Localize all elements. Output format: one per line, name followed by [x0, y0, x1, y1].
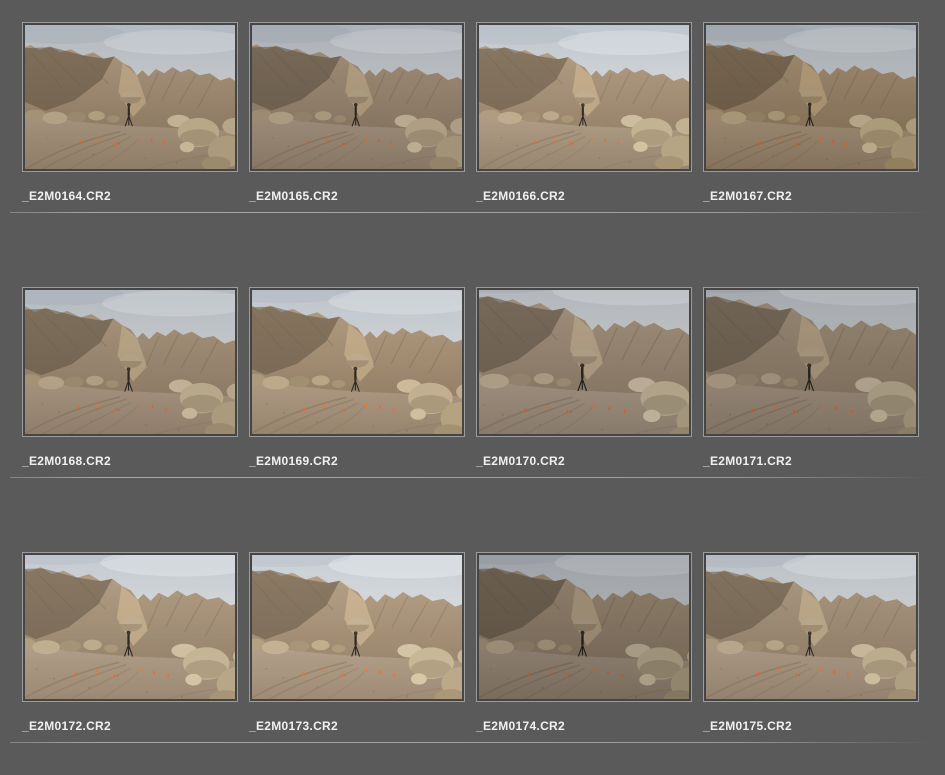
quarry-photo-image	[25, 290, 235, 434]
file-thumbnail-cell[interactable]: _E2M0173.CR2	[249, 552, 465, 733]
file-thumbnail-cell[interactable]: _E2M0166.CR2	[476, 22, 692, 203]
photo-thumbnail[interactable]	[22, 552, 238, 702]
quarry-photo-image	[25, 25, 235, 169]
photo-thumbnail[interactable]	[22, 22, 238, 172]
photo-thumbnail[interactable]	[249, 552, 465, 702]
filename-label[interactable]: _E2M0175.CR2	[703, 719, 919, 733]
filename-label[interactable]: _E2M0164.CR2	[22, 189, 238, 203]
file-thumbnail-cell[interactable]: _E2M0170.CR2	[476, 287, 692, 468]
file-thumbnail-cell[interactable]: _E2M0168.CR2	[22, 287, 238, 468]
filename-label[interactable]: _E2M0173.CR2	[249, 719, 465, 733]
thumbnail-row: _E2M0164.CR2 _E2M0165.CR2 _E2M0166.CR2	[22, 22, 945, 213]
quarry-photo-image	[479, 290, 689, 434]
quarry-photo-image	[706, 290, 916, 434]
filename-label[interactable]: _E2M0172.CR2	[22, 719, 238, 733]
filename-label[interactable]: _E2M0166.CR2	[476, 189, 692, 203]
filename-label[interactable]: _E2M0169.CR2	[249, 454, 465, 468]
photo-thumbnail[interactable]	[476, 287, 692, 437]
thumbnail-browser: _E2M0164.CR2 _E2M0165.CR2 _E2M0166.CR2	[0, 0, 945, 743]
file-thumbnail-cell[interactable]: _E2M0165.CR2	[249, 22, 465, 203]
photo-thumbnail[interactable]	[703, 552, 919, 702]
row-divider	[10, 742, 931, 743]
quarry-photo-image	[479, 555, 689, 699]
file-thumbnail-cell[interactable]: _E2M0171.CR2	[703, 287, 919, 468]
quarry-photo-image	[706, 25, 916, 169]
thumbnail-row: _E2M0172.CR2 _E2M0173.CR2 _E2M0174.CR2	[22, 552, 945, 743]
quarry-photo-image	[252, 555, 462, 699]
photo-thumbnail[interactable]	[703, 287, 919, 437]
filename-label[interactable]: _E2M0167.CR2	[703, 189, 919, 203]
filename-label[interactable]: _E2M0165.CR2	[249, 189, 465, 203]
thumbnail-row: _E2M0168.CR2 _E2M0169.CR2 _E2M0170.CR2	[22, 287, 945, 478]
file-thumbnail-cell[interactable]: _E2M0169.CR2	[249, 287, 465, 468]
file-thumbnail-cell[interactable]: _E2M0172.CR2	[22, 552, 238, 733]
filename-label[interactable]: _E2M0170.CR2	[476, 454, 692, 468]
filename-label[interactable]: _E2M0171.CR2	[703, 454, 919, 468]
filename-label[interactable]: _E2M0168.CR2	[22, 454, 238, 468]
row-divider	[10, 212, 931, 213]
quarry-photo-image	[252, 290, 462, 434]
quarry-photo-image	[252, 25, 462, 169]
photo-thumbnail[interactable]	[476, 22, 692, 172]
quarry-photo-image	[25, 555, 235, 699]
row-divider	[10, 477, 931, 478]
photo-thumbnail[interactable]	[249, 22, 465, 172]
quarry-photo-image	[479, 25, 689, 169]
photo-thumbnail[interactable]	[249, 287, 465, 437]
photo-thumbnail[interactable]	[703, 22, 919, 172]
quarry-photo-image	[706, 555, 916, 699]
filename-label[interactable]: _E2M0174.CR2	[476, 719, 692, 733]
file-thumbnail-cell[interactable]: _E2M0167.CR2	[703, 22, 919, 203]
file-thumbnail-cell[interactable]: _E2M0164.CR2	[22, 22, 238, 203]
photo-thumbnail[interactable]	[22, 287, 238, 437]
photo-thumbnail[interactable]	[476, 552, 692, 702]
file-thumbnail-cell[interactable]: _E2M0174.CR2	[476, 552, 692, 733]
file-thumbnail-cell[interactable]: _E2M0175.CR2	[703, 552, 919, 733]
